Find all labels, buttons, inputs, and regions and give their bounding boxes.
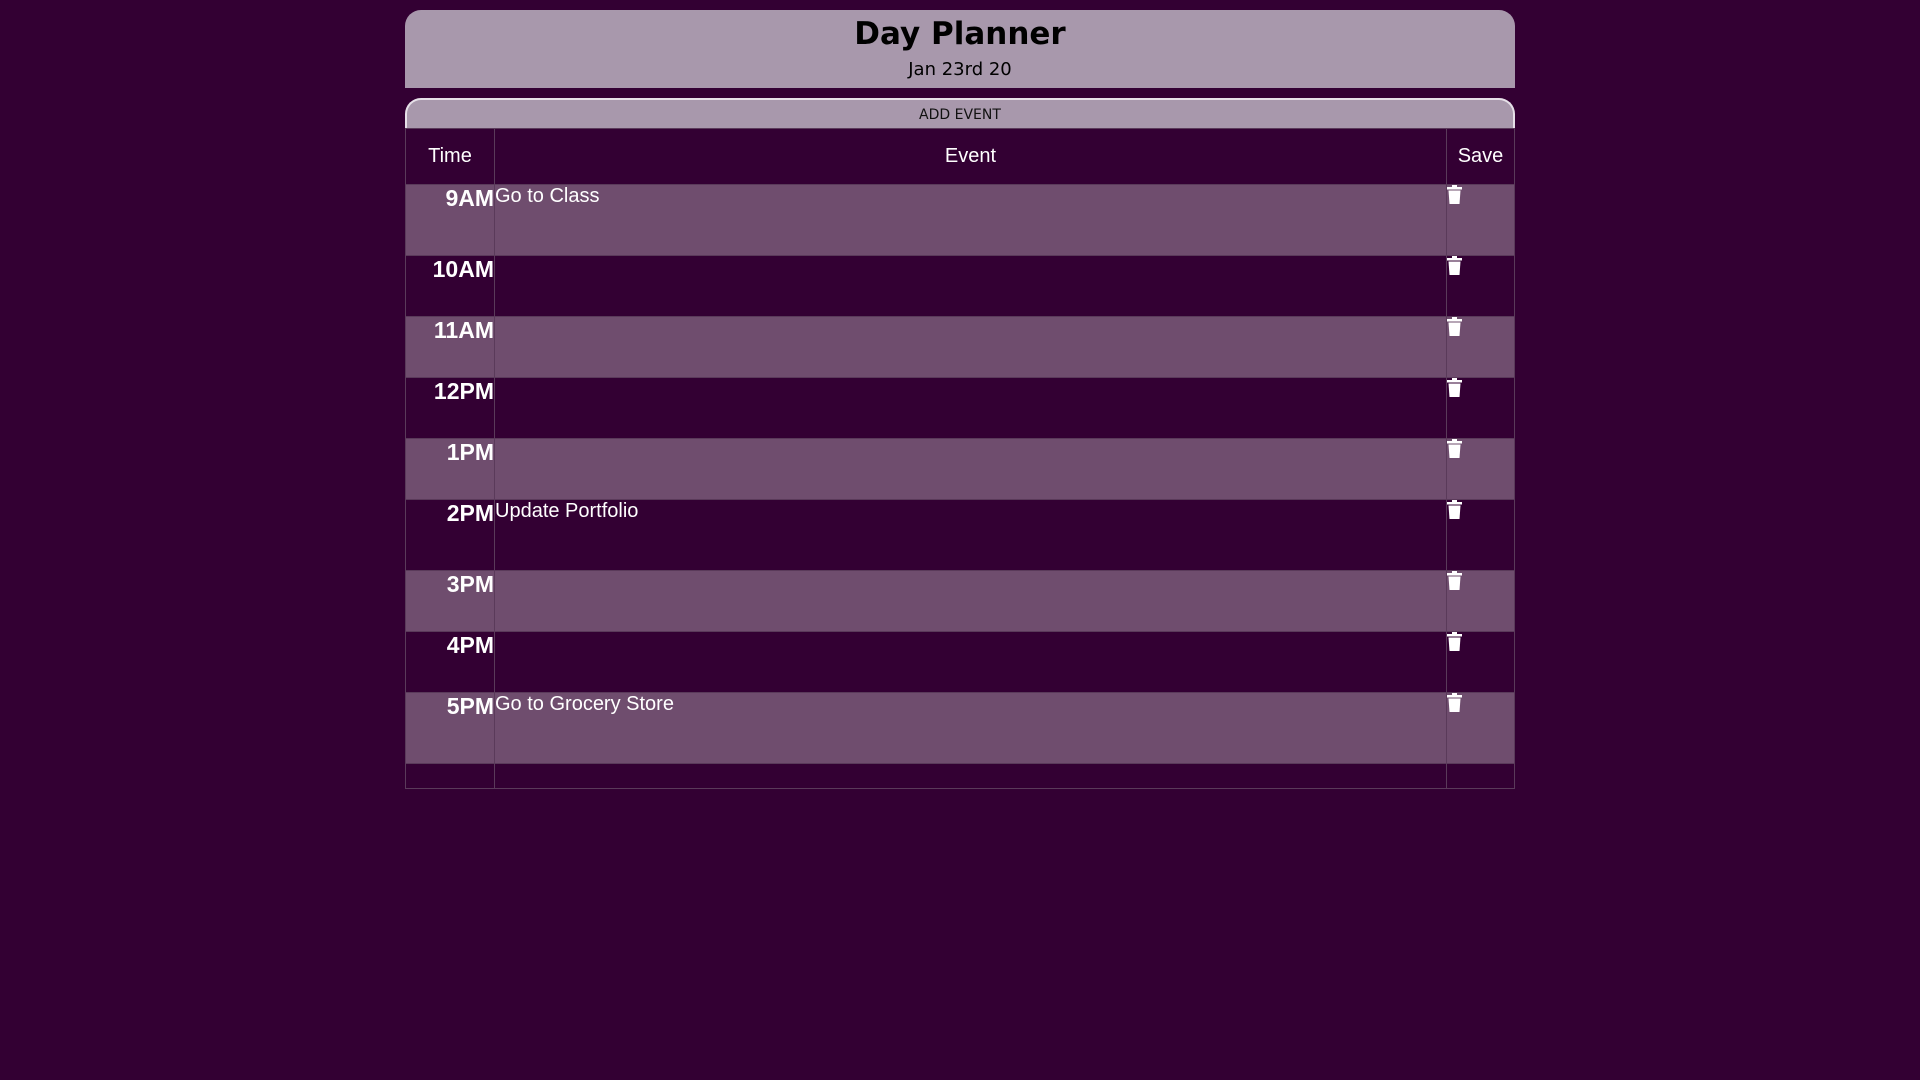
row-time: 3PM xyxy=(405,570,495,632)
table-row: 1PM xyxy=(405,438,1515,500)
row-save-cell xyxy=(1446,499,1515,571)
row-event-empty xyxy=(494,763,1447,789)
trash-icon[interactable] xyxy=(1447,571,1462,590)
row-time: 5PM xyxy=(405,692,495,764)
row-save-cell xyxy=(1446,438,1515,500)
row-event[interactable] xyxy=(494,631,1447,693)
row-save-cell xyxy=(1446,631,1515,693)
add-event-button[interactable]: ADD EVENT xyxy=(405,98,1515,128)
column-header-event: Event xyxy=(494,128,1447,185)
table-row: 11AM xyxy=(405,316,1515,378)
row-time: 2PM xyxy=(405,499,495,571)
row-time: 10AM xyxy=(405,255,495,317)
row-save-cell xyxy=(1446,692,1515,764)
trash-icon[interactable] xyxy=(1447,693,1462,712)
planner-container: Day Planner Jan 23rd 20 ADD EVENT Time E… xyxy=(405,10,1515,789)
row-save-cell xyxy=(1446,570,1515,632)
table-row: 2PM Update Portfolio xyxy=(405,499,1515,571)
table-row: 4PM xyxy=(405,631,1515,693)
page-header: Day Planner Jan 23rd 20 xyxy=(405,10,1515,88)
row-event[interactable] xyxy=(494,255,1447,317)
row-event[interactable] xyxy=(494,377,1447,439)
row-time: 4PM xyxy=(405,631,495,693)
current-date: Jan 23rd 20 xyxy=(908,59,1012,80)
row-time: 11AM xyxy=(405,316,495,378)
row-event[interactable]: Go to Grocery Store xyxy=(494,692,1447,764)
row-time: 1PM xyxy=(405,438,495,500)
trash-icon[interactable] xyxy=(1447,500,1462,519)
column-header-time: Time xyxy=(405,128,495,185)
trash-icon[interactable] xyxy=(1447,439,1462,458)
trash-icon[interactable] xyxy=(1447,185,1462,204)
row-event[interactable]: Update Portfolio xyxy=(494,499,1447,571)
page-title: Day Planner xyxy=(854,16,1066,52)
row-event[interactable] xyxy=(494,438,1447,500)
trash-icon[interactable] xyxy=(1447,317,1462,336)
row-save-empty xyxy=(1446,763,1515,789)
row-save-cell xyxy=(1446,184,1515,256)
row-time: 12PM xyxy=(405,377,495,439)
row-save-cell xyxy=(1446,377,1515,439)
row-save-cell xyxy=(1446,316,1515,378)
table-header-row: Time Event Save xyxy=(405,128,1515,185)
table-row: 5PM Go to Grocery Store xyxy=(405,692,1515,764)
table-row: 10AM xyxy=(405,255,1515,317)
row-event[interactable]: Go to Class xyxy=(494,184,1447,256)
trash-icon[interactable] xyxy=(1447,378,1462,397)
row-time-empty xyxy=(405,763,495,789)
row-event[interactable] xyxy=(494,570,1447,632)
column-header-save: Save xyxy=(1446,128,1515,185)
planner-table: Time Event Save 9AM Go to Class 10AM 11A… xyxy=(405,128,1515,789)
table-row: 12PM xyxy=(405,377,1515,439)
trash-icon[interactable] xyxy=(1447,256,1462,275)
table-row: 9AM Go to Class xyxy=(405,184,1515,256)
table-row: 3PM xyxy=(405,570,1515,632)
row-save-cell xyxy=(1446,255,1515,317)
row-event[interactable] xyxy=(494,316,1447,378)
trash-icon[interactable] xyxy=(1447,632,1462,651)
row-time: 9AM xyxy=(405,184,495,256)
table-row-empty xyxy=(405,763,1515,789)
